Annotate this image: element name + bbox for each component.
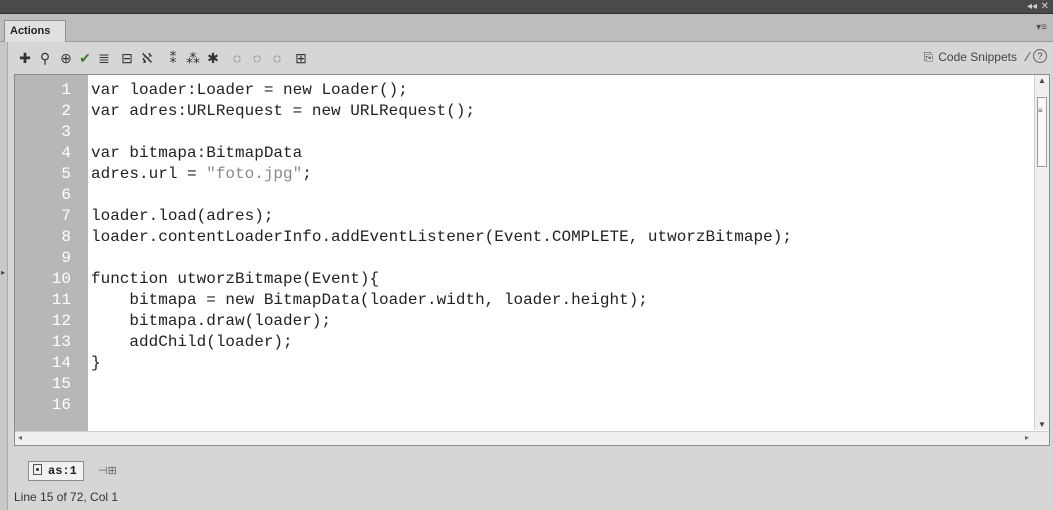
wand-icon[interactable]: ⁄	[1027, 49, 1029, 64]
code-line[interactable]: function utworzBitmape(Event){	[91, 269, 379, 290]
scroll-grip-icon: ≡	[1038, 106, 1043, 115]
expand-navigator-icon[interactable]: ▸	[1, 268, 5, 277]
code-line[interactable]: var loader:Loader = new Loader();	[91, 80, 408, 101]
line-number: 4	[61, 144, 71, 162]
expand-all-icon[interactable]: ✱	[204, 48, 222, 68]
code-snippets-button[interactable]: ⎘ Code Snippets	[924, 50, 1017, 65]
line-number: 16	[51, 396, 71, 414]
scroll-left-icon[interactable]: ◂	[18, 433, 22, 442]
check-syntax-icon[interactable]: ✔	[76, 48, 94, 68]
close-icon[interactable]: ✕	[1041, 1, 1049, 13]
code-line[interactable]: loader.contentLoaderInfo.addEventListene…	[91, 227, 792, 248]
line-number: 7	[61, 207, 71, 225]
code-line[interactable]: var bitmapa:BitmapData	[91, 143, 302, 164]
line-number: 9	[61, 249, 71, 267]
line-number: 3	[61, 123, 71, 141]
apply-line-comment-icon[interactable]: ◌	[248, 48, 266, 68]
line-number: 8	[61, 228, 71, 246]
script-tab-as1[interactable]: as:1	[28, 461, 84, 481]
frame-script-icon	[33, 464, 42, 475]
scroll-right-icon[interactable]: ▸	[1025, 433, 1029, 442]
code-snippets-label: Code Snippets	[938, 50, 1017, 64]
code-line[interactable]: var adres:URLRequest = new URLRequest();	[91, 101, 475, 122]
collapse-panel-icon[interactable]: ◂◂	[1027, 1, 1037, 13]
scroll-down-icon[interactable]: ▼	[1038, 420, 1046, 429]
actions-toolbar: ✚ ⚲ ⊕ ✔ ≣ ⊟ ℵ ⁑ ⁂ ✱ ◌ ◌ ◌ ⊞ ⎘ Code Snippe…	[14, 44, 1053, 72]
auto-format-icon[interactable]: ≣	[95, 48, 113, 68]
script-navigator-strip[interactable]: ▸	[0, 42, 8, 510]
code-line[interactable]: adres.url = "foto.jpg";	[91, 164, 312, 185]
show-code-hint-icon[interactable]: ⊟	[118, 48, 136, 68]
pin-script-icon[interactable]: ⊣⊞	[98, 464, 117, 477]
line-number: 14	[51, 354, 71, 372]
remove-comment-icon[interactable]: ◌	[268, 48, 286, 68]
panel-title-bar: ◂◂ ✕	[0, 0, 1053, 14]
code-line[interactable]: }	[91, 353, 101, 374]
collapse-between-braces-icon[interactable]: ⁑	[164, 48, 182, 68]
line-number: 12	[51, 312, 71, 330]
line-number: 15	[51, 375, 71, 393]
line-number: 5	[61, 165, 71, 183]
line-number: 11	[51, 291, 71, 309]
insert-target-path-icon[interactable]: ⊕	[57, 48, 75, 68]
line-number: 1	[61, 81, 71, 99]
find-icon[interactable]: ⚲	[36, 48, 54, 68]
code-line[interactable]: bitmapa.draw(loader);	[91, 311, 331, 332]
panel-menu-icon[interactable]: ▾≡	[1036, 22, 1047, 33]
apply-block-comment-icon[interactable]: ◌	[228, 48, 246, 68]
collapse-selection-icon[interactable]: ⁂	[184, 48, 202, 68]
line-number: 6	[61, 186, 71, 204]
script-tab-bar: as:1 ⊣⊞	[14, 458, 1050, 484]
help-icon[interactable]: ?	[1033, 49, 1047, 63]
script-tab-label: as:1	[48, 464, 77, 478]
string-literal: "foto.jpg"	[206, 165, 303, 183]
line-number-gutter: 1 2 3 4 5 6 7 8 9 10 11 12 13 14 15 16	[15, 75, 88, 445]
code-line[interactable]: bitmapa = new BitmapData(loader.width, l…	[91, 290, 647, 311]
line-number: 10	[51, 270, 71, 288]
code-line[interactable]: loader.load(adres);	[91, 206, 273, 227]
code-snippets-icon: ⎘	[923, 50, 934, 64]
tab-actions[interactable]: Actions	[4, 20, 66, 42]
script-editor[interactable]: 1 2 3 4 5 6 7 8 9 10 11 12 13 14 15 16 var loader:Loade…	[14, 74, 1050, 446]
add-statement-icon[interactable]: ✚	[16, 48, 34, 68]
status-line: Line 15 of 72, Col 1	[14, 490, 119, 504]
line-number: 2	[61, 102, 71, 120]
panel-tab-row: Actions ▾≡	[0, 14, 1053, 42]
vertical-scrollbar[interactable]: ▲ ≡ ▼	[1034, 75, 1049, 430]
code-line[interactable]: addChild(loader);	[91, 332, 292, 353]
horizontal-scrollbar[interactable]: ◂ ▸	[15, 431, 1049, 445]
debug-options-icon[interactable]: ℵ	[138, 48, 156, 68]
line-number: 13	[51, 333, 71, 351]
scroll-up-icon[interactable]: ▲	[1038, 76, 1046, 85]
toggle-script-assist-icon[interactable]: ⊞	[292, 48, 310, 68]
